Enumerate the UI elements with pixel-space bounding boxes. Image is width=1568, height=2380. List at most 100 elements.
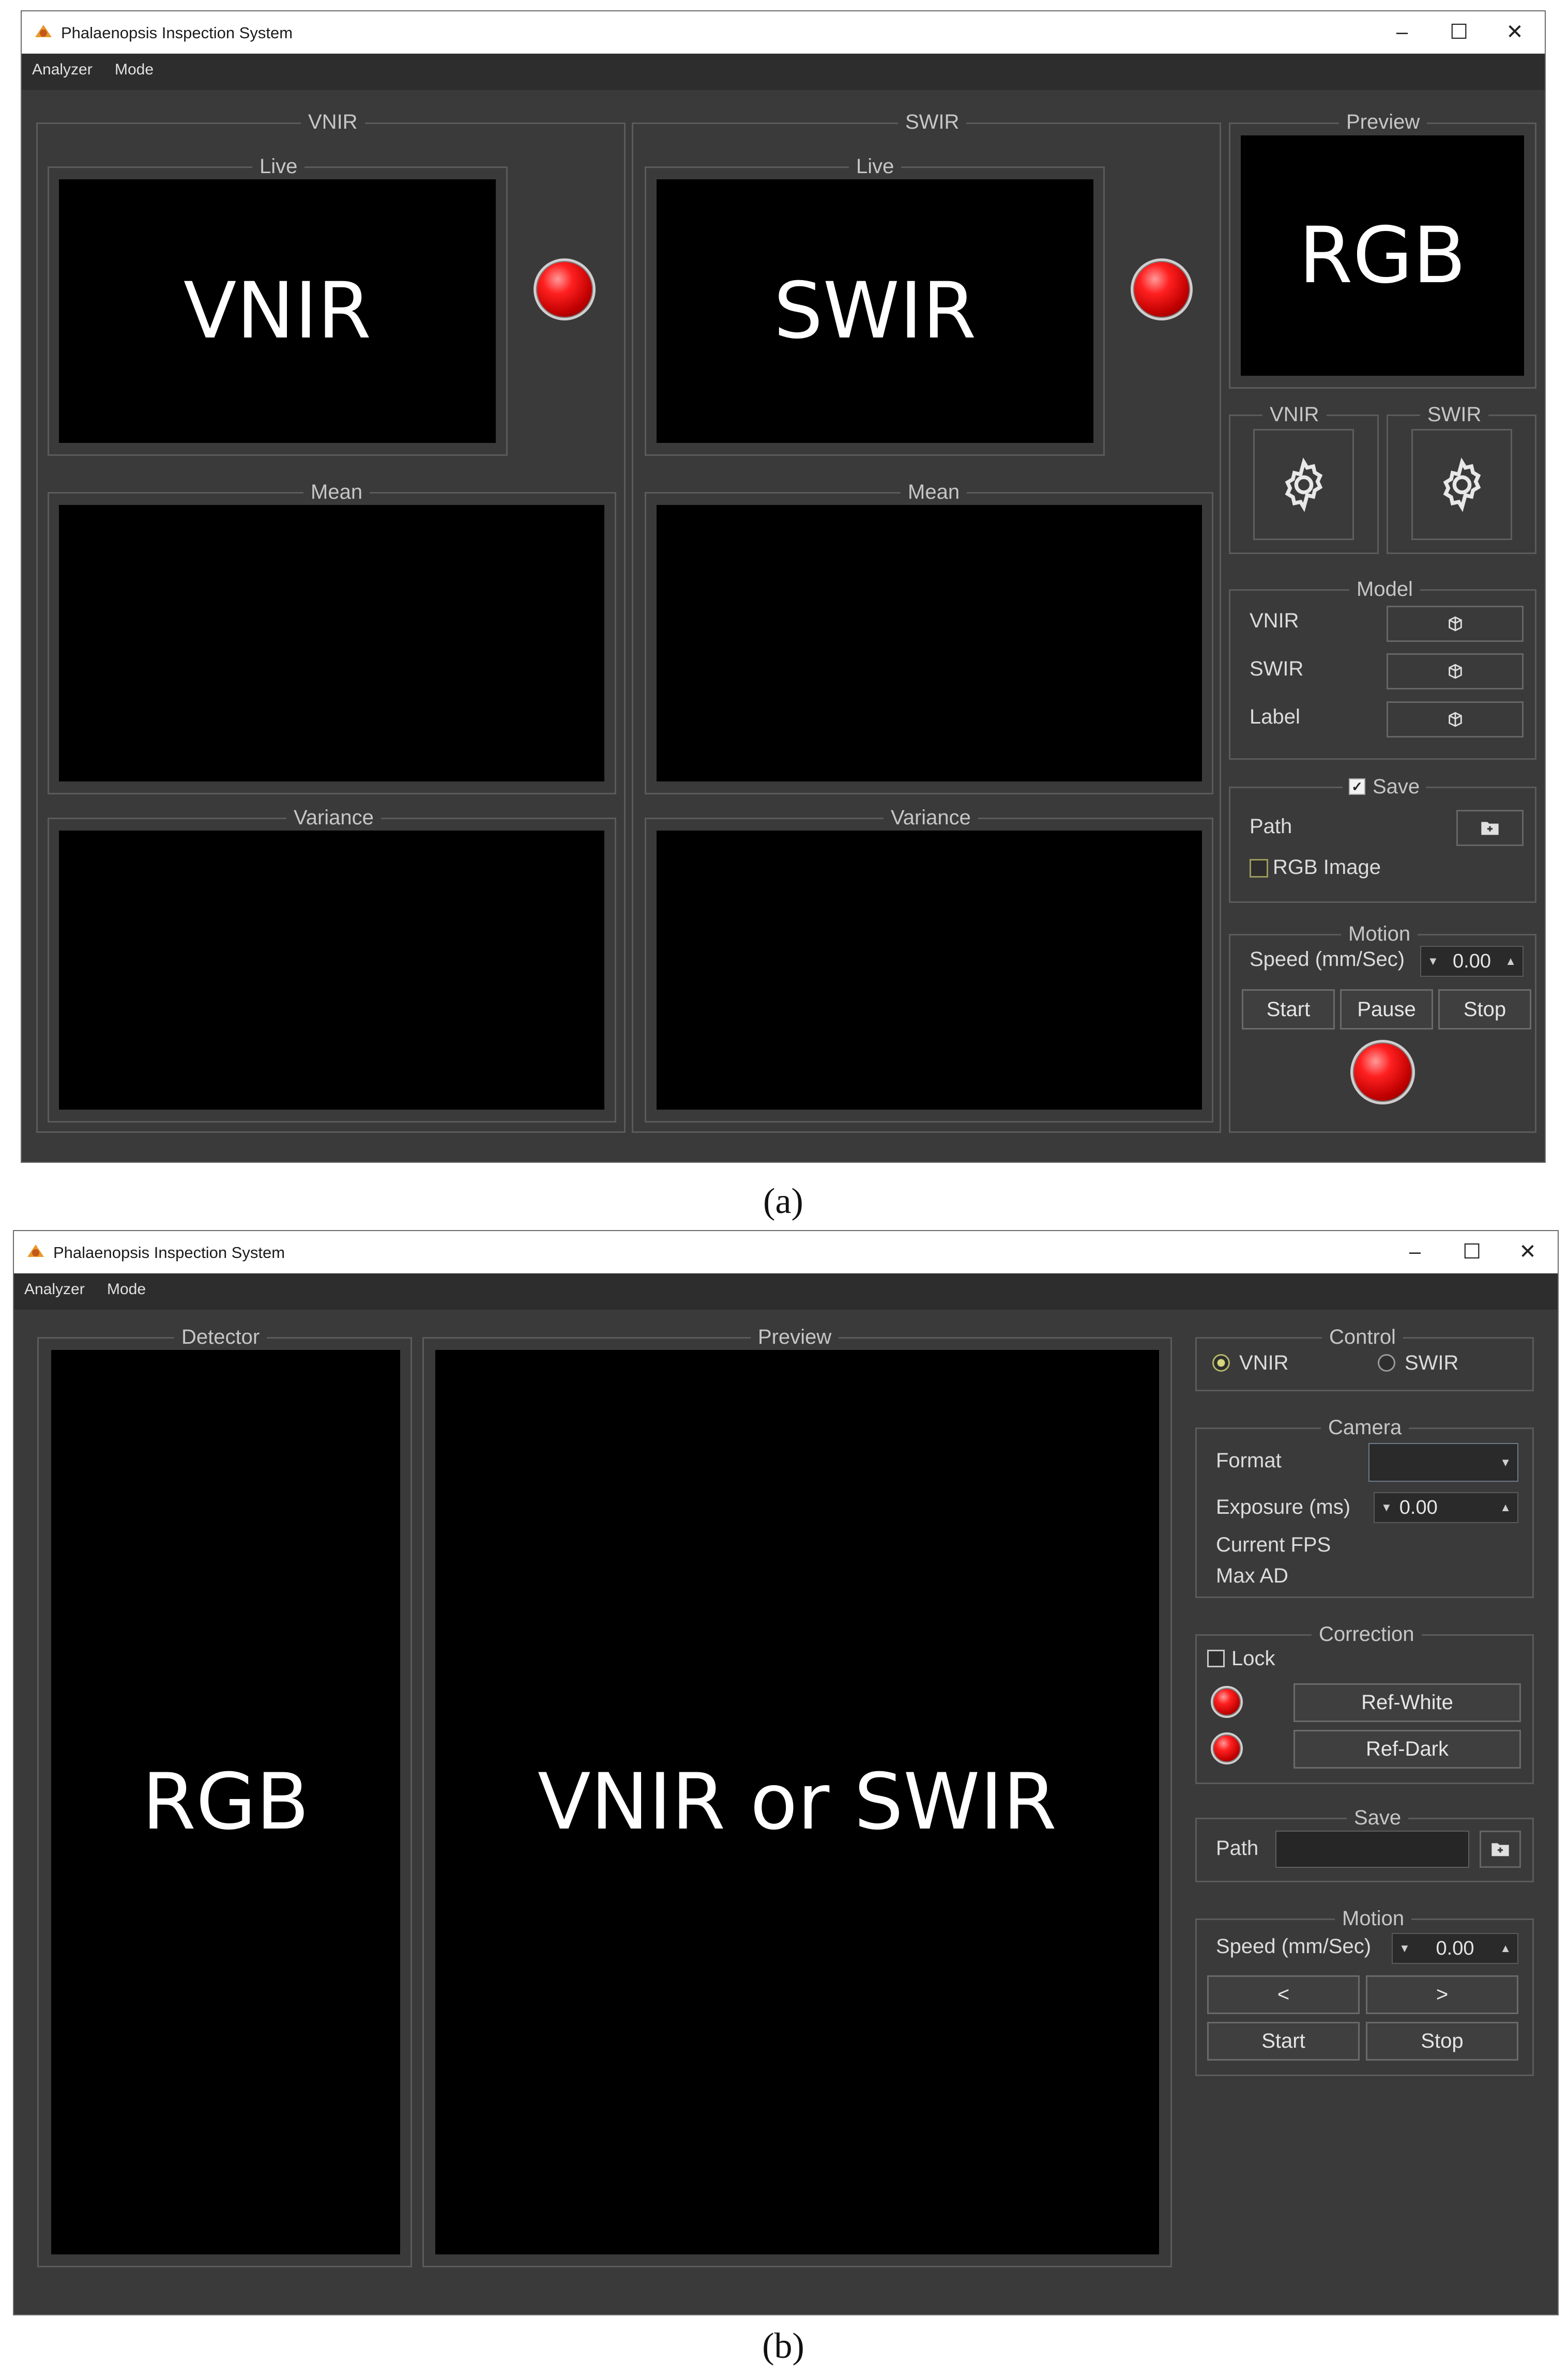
vnir-status-led	[534, 258, 596, 320]
folder-icon	[1491, 1843, 1509, 1856]
vnir-mean-view	[59, 505, 604, 781]
motion-left-button[interactable]: <	[1207, 1975, 1360, 2014]
camera-exposure-label: Exposure (ms)	[1216, 1496, 1351, 1518]
minimize-button[interactable]: –	[1399, 1241, 1430, 1262]
rgb-preview-label: RGB	[1299, 210, 1466, 301]
chevron-down-icon[interactable]: ▼	[1427, 955, 1439, 968]
vnir-radio[interactable]	[1212, 1354, 1230, 1372]
motion-speed-label: Speed (mm/Sec)	[1250, 948, 1405, 971]
motion-stop-button[interactable]: Stop	[1438, 989, 1531, 1030]
check-icon: ✓	[1351, 779, 1363, 794]
save-path-browse-button[interactable]	[1480, 1831, 1521, 1868]
model-title: Model	[1349, 578, 1420, 601]
motion-speed-spinbox[interactable]: ▼ 0.00 ▲	[1392, 1933, 1518, 1964]
preview-title: Preview	[1339, 111, 1427, 133]
ref-white-led	[1211, 1686, 1243, 1718]
swir-radio[interactable]	[1378, 1354, 1395, 1372]
menu-analyzer[interactable]: Analyzer	[32, 62, 93, 78]
motion-pause-button[interactable]: Pause	[1340, 989, 1433, 1030]
camera-format-select[interactable]: ▼	[1368, 1443, 1518, 1482]
motion-stop-button[interactable]: Stop	[1366, 2022, 1518, 2061]
lock-label: Lock	[1231, 1647, 1275, 1670]
motion-speed-value: 0.00	[1436, 1937, 1474, 1959]
swir-live-label: SWIR	[773, 266, 977, 356]
motion-speed-label: Speed (mm/Sec)	[1216, 1935, 1372, 1958]
camera-exposure-value: 0.00	[1399, 1496, 1438, 1518]
motion-speed-spinbox[interactable]: ▼ 0.00 ▲	[1420, 946, 1524, 977]
correction-title: Correction	[1312, 1623, 1422, 1646]
chevron-up-icon[interactable]: ▲	[1500, 1501, 1511, 1514]
save-enable-checkbox[interactable]: ✓	[1349, 778, 1365, 795]
save-title: Save	[1373, 775, 1420, 798]
menu-analyzer[interactable]: Analyzer	[24, 1282, 85, 1297]
chevron-down-icon[interactable]: ▼	[1399, 1942, 1410, 1955]
lock-checkbox[interactable]	[1207, 1650, 1225, 1667]
close-button[interactable]: ✕	[1499, 22, 1530, 42]
vnir-group-title: VNIR	[301, 111, 365, 133]
folder-icon	[1481, 822, 1499, 835]
menu-bar: Analyzer Mode	[14, 1273, 1558, 1310]
camera-format-label: Format	[1216, 1449, 1282, 1472]
save-title-wrap: ✓ Save	[1343, 775, 1426, 798]
swir-settings-button[interactable]	[1411, 429, 1512, 540]
rgb-image-checkbox[interactable]	[1250, 859, 1268, 878]
save-path-browse-button[interactable]	[1456, 810, 1524, 846]
chevron-up-icon[interactable]: ▲	[1505, 955, 1516, 968]
model-label-label: Label	[1250, 705, 1300, 728]
title-bar: Phalaenopsis Inspection System – ☐ ✕	[22, 11, 1545, 54]
title-bar: Phalaenopsis Inspection System – ☐ ✕	[14, 1231, 1558, 1273]
menu-bar: Analyzer Mode	[22, 54, 1545, 90]
detector-rgb-view: RGB	[51, 1350, 400, 2254]
chevron-down-icon[interactable]: ▼	[1381, 1501, 1392, 1514]
preview-view: VNIR or SWIR	[435, 1350, 1159, 2254]
rgb-preview-view: RGB	[1241, 135, 1524, 376]
save-title: Save	[1347, 1806, 1409, 1829]
menu-mode[interactable]: Mode	[107, 1282, 146, 1297]
window-b: Phalaenopsis Inspection System – ☐ ✕ Ana…	[13, 1230, 1559, 2315]
vnir-live-title: Live	[252, 155, 305, 178]
model-label-vnir: VNIR	[1250, 609, 1299, 632]
vnir-settings-button[interactable]	[1253, 429, 1354, 540]
motion-start-button[interactable]: Start	[1242, 989, 1335, 1030]
rgb-image-label: RGB Image	[1273, 856, 1381, 879]
motion-right-button[interactable]: >	[1366, 1975, 1518, 2014]
app-icon	[27, 1245, 44, 1257]
motion-status-led	[1350, 1040, 1415, 1104]
vnir-mean-title: Mean	[303, 481, 370, 503]
vnir-radio-label: VNIR	[1239, 1352, 1289, 1374]
camera-current-fps-label: Current FPS	[1216, 1533, 1331, 1556]
save-path-label: Path	[1250, 815, 1292, 838]
gear-icon	[1443, 457, 1481, 512]
model-vnir-load-button[interactable]	[1387, 606, 1524, 642]
save-path-label: Path	[1216, 1837, 1259, 1860]
chevron-up-icon[interactable]: ▲	[1500, 1942, 1511, 1955]
motion-start-button[interactable]: Start	[1207, 2022, 1360, 2061]
preview-title: Preview	[751, 1326, 839, 1348]
detector-title: Detector	[174, 1326, 267, 1348]
model-label-load-button[interactable]	[1387, 701, 1524, 738]
vnir-variance-view	[59, 831, 604, 1110]
camera-max-ad-label: Max AD	[1216, 1564, 1289, 1587]
close-button[interactable]: ✕	[1512, 1241, 1543, 1262]
ref-dark-button[interactable]: Ref-Dark	[1293, 1730, 1521, 1769]
motion-title: Motion	[1341, 923, 1418, 945]
maximize-button[interactable]: ☐	[1456, 1241, 1487, 1262]
swir-radio-label: SWIR	[1405, 1352, 1459, 1374]
ref-white-button[interactable]: Ref-White	[1293, 1683, 1521, 1722]
detector-rgb-label: RGB	[142, 1757, 310, 1847]
swir-settings-title: SWIR	[1420, 403, 1489, 426]
control-title: Control	[1322, 1326, 1403, 1348]
caption-a: (a)	[763, 1181, 803, 1221]
swir-mean-view	[657, 505, 1202, 781]
model-swir-load-button[interactable]	[1387, 653, 1524, 689]
camera-exposure-spinbox[interactable]: ▼ 0.00 ▲	[1374, 1492, 1518, 1523]
swir-live-view: SWIR	[657, 179, 1093, 443]
chevron-down-icon: ▼	[1500, 1455, 1511, 1469]
save-path-input[interactable]	[1275, 1831, 1469, 1868]
cube-icon	[1448, 712, 1462, 727]
vnir-settings-title: VNIR	[1262, 403, 1327, 426]
minimize-button[interactable]: –	[1387, 22, 1418, 42]
menu-mode[interactable]: Mode	[115, 62, 154, 78]
maximize-button[interactable]: ☐	[1443, 22, 1474, 42]
swir-group-title: SWIR	[898, 111, 967, 133]
